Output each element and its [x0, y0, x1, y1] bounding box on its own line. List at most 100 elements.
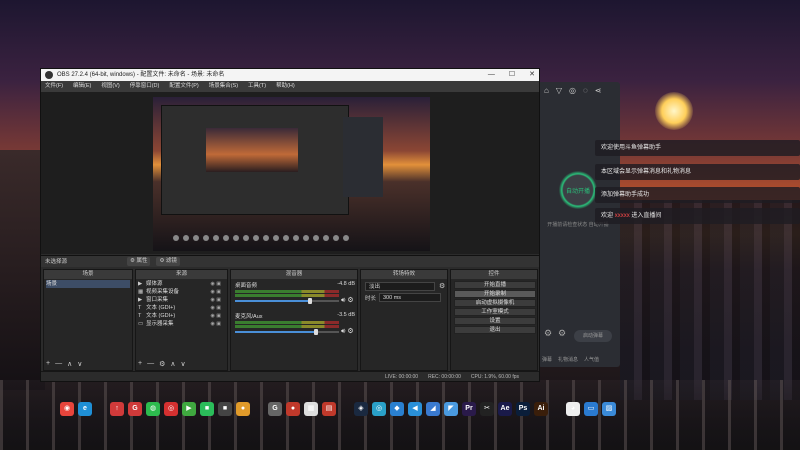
add-scene-button[interactable]: +	[46, 360, 50, 368]
app9-icon[interactable]: ◀	[408, 402, 422, 416]
steam-icon[interactable]: ◈	[354, 402, 368, 416]
volume-slider-knob[interactable]	[314, 329, 319, 335]
menu-scene-collection[interactable]: 场景集合(S)	[209, 81, 238, 92]
eye-lock-icons[interactable]: ◉ ▣	[211, 304, 221, 312]
source-item[interactable]: ▶ 窗口采集 ◉ ▣	[138, 296, 224, 304]
tab-gift[interactable]: 礼物消息	[558, 356, 578, 363]
track-db: -4.8 dB	[337, 281, 355, 287]
edge-icon[interactable]: e	[78, 402, 92, 416]
display-capture-icon: ▭	[138, 321, 144, 327]
transition-gear-icon[interactable]: ⚙	[439, 282, 445, 290]
menu-tools[interactable]: 工具(T)	[248, 81, 266, 92]
menu-help[interactable]: 帮助(H)	[276, 81, 295, 92]
tool-icon[interactable]: ↑	[110, 402, 124, 416]
app-icon[interactable]: ■	[200, 402, 214, 416]
app14-icon[interactable]: ▨	[602, 402, 616, 416]
mixer-track: 麦克风/Aux -3.5 dB 🔊︎ ⚙	[235, 312, 355, 342]
settings-icon-2[interactable]: ⚙	[558, 328, 566, 339]
move-up-button[interactable]: ∧	[170, 360, 175, 368]
ae-icon[interactable]: Ae	[498, 402, 512, 416]
app8-icon[interactable]: ◆	[390, 402, 404, 416]
eye-lock-icons[interactable]: ◉ ▣	[211, 320, 221, 328]
app7-icon[interactable]: ◎	[372, 402, 386, 416]
source-item[interactable]: T 文本 (GDI+) ◉ ▣	[138, 312, 224, 320]
settings-button[interactable]: 设置	[454, 317, 536, 325]
source-item[interactable]: ▦ 视频采集设备 ◉ ▣	[138, 288, 224, 296]
source-item[interactable]: T 文本 (GDI+) ◉ ▣	[138, 304, 224, 312]
volume-slider-knob[interactable]	[307, 298, 312, 304]
capcut-icon[interactable]: ✂	[480, 402, 494, 416]
menu-profile[interactable]: 配置文件(P)	[169, 81, 198, 92]
app12-icon[interactable]: ◕	[566, 402, 580, 416]
window-title: OBS 27.2.4 (64-bit, windows) - 配置文件: 未命名…	[57, 72, 225, 78]
app3-icon[interactable]: ●	[236, 402, 250, 416]
move-down-button[interactable]: ∨	[77, 360, 82, 368]
eye-lock-icons[interactable]: ◉ ▣	[211, 312, 221, 320]
filters-button[interactable]: ⚙ 滤镜	[156, 257, 180, 266]
filter-icon[interactable]: ▽	[556, 86, 562, 95]
target-icon[interactable]: ◎	[569, 86, 576, 95]
ai-icon[interactable]: Ai	[534, 402, 548, 416]
source-name: 文本 (GDI+)	[146, 305, 176, 311]
share-icon[interactable]: ⋖	[595, 86, 602, 95]
remove-scene-button[interactable]: —	[55, 360, 62, 368]
move-down-button[interactable]: ∨	[181, 360, 186, 368]
preview-canvas[interactable]	[153, 97, 430, 251]
remove-source-button[interactable]: —	[147, 360, 154, 368]
menu-edit[interactable]: 编辑(E)	[73, 81, 91, 92]
live-helper-window: ⌂ ▽ ◎ ◌ ⋖ 自动开播 开播前请检查状态 自动开播 ⚙ ⚙ 启动弹幕 弹幕…	[538, 82, 620, 367]
app6-icon[interactable]: ▤	[322, 402, 336, 416]
bell-icon[interactable]: ◌	[583, 86, 588, 95]
speaker-icon[interactable]: 🔊︎ ⚙	[341, 327, 354, 336]
preview-nested-obs	[161, 105, 349, 215]
app13-icon[interactable]: ▭	[584, 402, 598, 416]
start-virtual-camera-button[interactable]: 启动虚拟摄像机	[454, 299, 536, 307]
eye-lock-icons[interactable]: ◉ ▣	[211, 296, 221, 304]
move-up-button[interactable]: ∧	[67, 360, 72, 368]
play-icon[interactable]: ▶	[182, 402, 196, 416]
ps-icon[interactable]: Ps	[516, 402, 530, 416]
app11-icon[interactable]: ◤	[444, 402, 458, 416]
volume-slider-fill	[235, 300, 310, 302]
transition-select[interactable]: 淡出	[365, 282, 435, 291]
studio-mode-button[interactable]: 工作室模式	[454, 308, 536, 316]
app10-icon[interactable]: ◢	[426, 402, 440, 416]
exit-button[interactable]: 退出	[454, 326, 536, 334]
properties-button[interactable]: ⚙ 属性	[127, 257, 151, 266]
tab-popularity[interactable]: 人气值	[584, 356, 599, 363]
helper-top-icons: ⌂ ▽ ◎ ◌ ⋖	[544, 86, 601, 95]
source-settings-gear-icon[interactable]: ⚙	[159, 360, 165, 368]
tab-danmaku[interactable]: 弹幕	[542, 356, 552, 363]
app2-icon[interactable]: ■	[218, 402, 232, 416]
close-button[interactable]: ✕	[529, 69, 535, 81]
add-source-button[interactable]: +	[138, 360, 142, 368]
eye-lock-icons[interactable]: ◉ ▣	[211, 288, 221, 296]
duration-input[interactable]: 300 ms	[379, 293, 441, 302]
speaker-icon[interactable]: 🔊︎ ⚙	[341, 296, 354, 305]
start-streaming-button[interactable]: 开始直播	[454, 281, 536, 289]
source-item[interactable]: ▶ 媒体源 ◉ ▣	[138, 280, 224, 288]
app4-icon[interactable]: ●	[286, 402, 300, 416]
title-bar[interactable]: OBS 27.2.4 (64-bit, windows) - 配置文件: 未命名…	[41, 69, 539, 81]
menu-docks[interactable]: 停靠窗口(D)	[130, 81, 160, 92]
start-danmaku-button[interactable]: 启动弹幕	[574, 330, 612, 342]
pr-icon[interactable]: Pr	[462, 402, 476, 416]
app5-icon[interactable]: ▦	[304, 402, 318, 416]
scene-item[interactable]: 场景	[46, 280, 130, 288]
chrome-icon[interactable]: ◉	[60, 402, 74, 416]
menu-view[interactable]: 视图(V)	[101, 81, 119, 92]
eye-lock-icons[interactable]: ◉ ▣	[211, 280, 221, 288]
settings-gear-icon[interactable]: ⚙	[544, 328, 552, 339]
g-icon[interactable]: G	[128, 402, 142, 416]
home-icon[interactable]: ⌂	[544, 86, 549, 95]
source-item[interactable]: ▭ 显示器采集 ◉ ▣	[138, 320, 224, 328]
start-recording-button[interactable]: 开始录制	[454, 290, 536, 298]
notification-text: 本区域会显示弹幕消息和礼物消息	[601, 169, 692, 175]
maximize-button[interactable]: ☐	[509, 69, 515, 81]
wechat-icon[interactable]: ◍	[146, 402, 160, 416]
mixer-panel: 混音器 桌面音频 -4.8 dB 🔊︎ ⚙ 麦克风/Aux -3.5 dB 🔊︎…	[230, 269, 358, 371]
g2-icon[interactable]: G	[268, 402, 282, 416]
minimize-button[interactable]: —	[488, 69, 495, 81]
menu-file[interactable]: 文件(F)	[45, 81, 63, 92]
netease-icon[interactable]: ◎	[164, 402, 178, 416]
